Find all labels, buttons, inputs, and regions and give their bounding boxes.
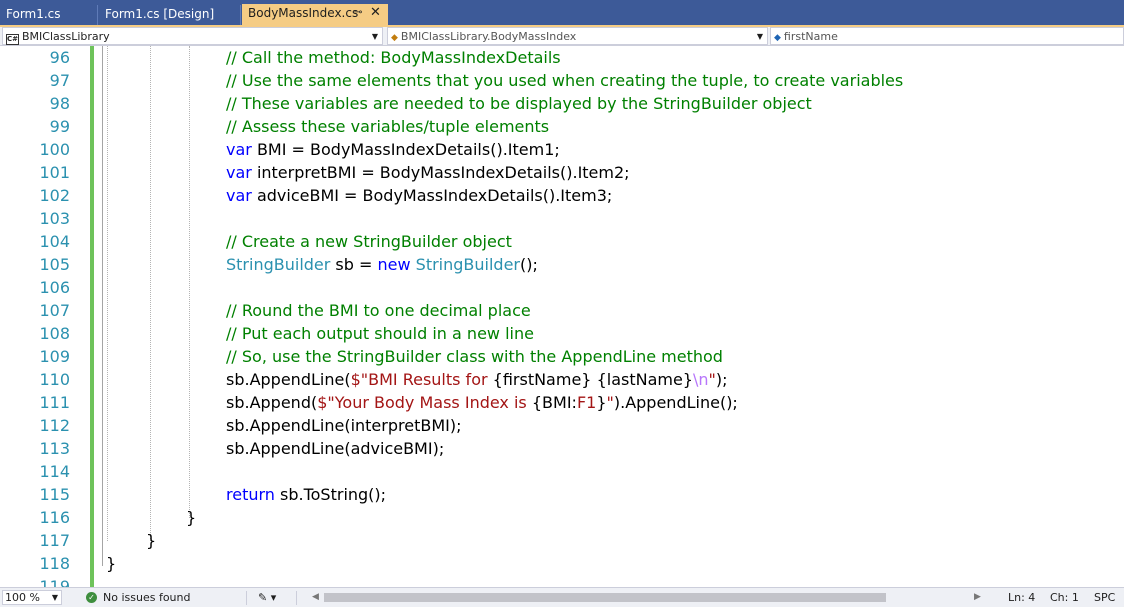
line-number: 103 [39,209,70,228]
code-line[interactable]: // Assess these variables/tuple elements [226,115,549,138]
chevron-down-icon[interactable]: ▼ [757,28,763,45]
line-number: 100 [39,140,70,159]
indent-guide [150,46,151,541]
code-line[interactable]: var BMI = BodyMassIndexDetails().Item1; [226,138,560,161]
check-circle-icon: ✓ [86,592,97,603]
line-number: 109 [39,347,70,366]
line-number: 119 [39,577,70,587]
code-line[interactable]: sb.AppendLine(interpretBMI); [226,414,461,437]
column-indicator[interactable]: Ch: 1 [1050,588,1079,607]
code-line[interactable]: // Round the BMI to one decimal place [226,299,531,322]
line-number: 104 [39,232,70,251]
line-number: 115 [39,485,70,504]
code-line[interactable]: var interpretBMI = BodyMassIndexDetails(… [226,161,630,184]
code-line[interactable]: sb.AppendLine($"BMI Results for {firstNa… [226,368,728,391]
code-editor[interactable]: 96 // Call the method: BodyMassIndexDetai… [0,46,1124,587]
tab-label: Form1.cs [Design] [105,7,215,21]
member-name: firstName [783,30,838,43]
line-number: 111 [39,393,70,412]
tab-bodymassindex-cs[interactable]: BodyMassIndex.cs ⊸ ✕ [242,4,388,25]
scrollbar-thumb[interactable] [324,593,886,602]
horizontal-scrollbar[interactable] [312,593,986,602]
line-number: 97 [49,71,70,90]
type-name: BMIClassLibrary.BodyMassIndex [400,30,577,43]
chevron-down-icon[interactable]: ▼ [372,28,378,45]
navigation-bar: C# BMIClassLibrary ▼ ◆ BMIClassLibrary.Bod… [0,27,1124,46]
line-number: 96 [49,48,70,67]
project-name: BMIClassLibrary [22,30,110,43]
line-number: 112 [39,416,70,435]
code-line[interactable]: // Call the method: BodyMassIndexDetails [226,46,561,69]
csharp-project-icon: C# [6,34,19,45]
code-line[interactable]: sb.Append($"Your Body Mass Index is {BMI… [226,391,738,414]
code-line[interactable]: } [186,506,196,529]
line-number: 118 [39,554,70,573]
whitespace-mode[interactable]: SPC [1094,588,1115,607]
line-number: 108 [39,324,70,343]
line-number: 110 [39,370,70,389]
tab-label: Form1.cs [6,7,61,21]
line-number: 117 [39,531,70,550]
line-number: 113 [39,439,70,458]
indent-guide [107,46,108,541]
pin-icon[interactable]: ⊸ [354,4,362,22]
code-line[interactable]: var adviceBMI = BodyMassIndexDetails().I… [226,184,612,207]
code-line[interactable]: // These variables are needed to be disp… [226,92,812,115]
status-bar: 100 % ▼ ✓ No issues found ✎ ▾ ◀ ▶ Ln: 4 … [0,587,1124,607]
line-number: 99 [49,117,70,136]
code-line[interactable]: // Use the same elements that you used w… [226,69,903,92]
chevron-down-icon[interactable]: ▼ [52,591,58,604]
tab-form1-cs[interactable]: Form1.cs [0,5,98,25]
brush-icon[interactable]: ✎ ▾ [258,588,276,607]
divider [296,591,297,605]
type-dropdown[interactable]: ◆ BMIClassLibrary.BodyMassIndex ▼ [387,27,768,45]
zoom-dropdown[interactable]: 100 % ▼ [2,590,62,605]
divider [246,591,247,605]
document-tab-bar: Form1.cs Form1.cs [Design] BodyMassIndex… [0,0,1124,25]
line-number: 116 [39,508,70,527]
member-dropdown[interactable]: ◆ firstName [770,27,1124,45]
line-number: 98 [49,94,70,113]
line-number: 102 [39,186,70,205]
line-number: 107 [39,301,70,320]
line-indicator[interactable]: Ln: 4 [1008,588,1035,607]
indent-guide [189,46,190,518]
field-icon: ◆ [774,33,781,43]
project-dropdown[interactable]: C# BMIClassLibrary ▼ [2,27,383,45]
code-line[interactable]: // Create a new StringBuilder object [226,230,512,253]
change-tracking-bar [90,46,94,587]
code-line[interactable]: } [106,552,116,575]
tab-form1-design[interactable]: Form1.cs [Design] [99,5,241,25]
scope-line [102,46,103,566]
code-line[interactable]: sb.AppendLine(adviceBMI); [226,437,444,460]
line-number: 106 [39,278,70,297]
scroll-right-icon[interactable]: ▶ [974,588,981,607]
line-number: 105 [39,255,70,274]
line-number: 101 [39,163,70,182]
tab-label: BodyMassIndex.cs [248,6,359,20]
code-line[interactable]: // Put each output should in a new line [226,322,534,345]
close-icon[interactable]: ✕ [370,4,381,22]
line-number: 114 [39,462,70,481]
code-line[interactable]: } [146,529,156,552]
code-line[interactable]: StringBuilder sb = new StringBuilder(); [226,253,538,276]
code-line[interactable]: return sb.ToString(); [226,483,386,506]
zoom-level: 100 % [5,591,40,604]
code-line[interactable]: // So, use the StringBuilder class with … [226,345,723,368]
class-icon: ◆ [391,33,398,43]
issues-status[interactable]: No issues found [103,588,190,607]
